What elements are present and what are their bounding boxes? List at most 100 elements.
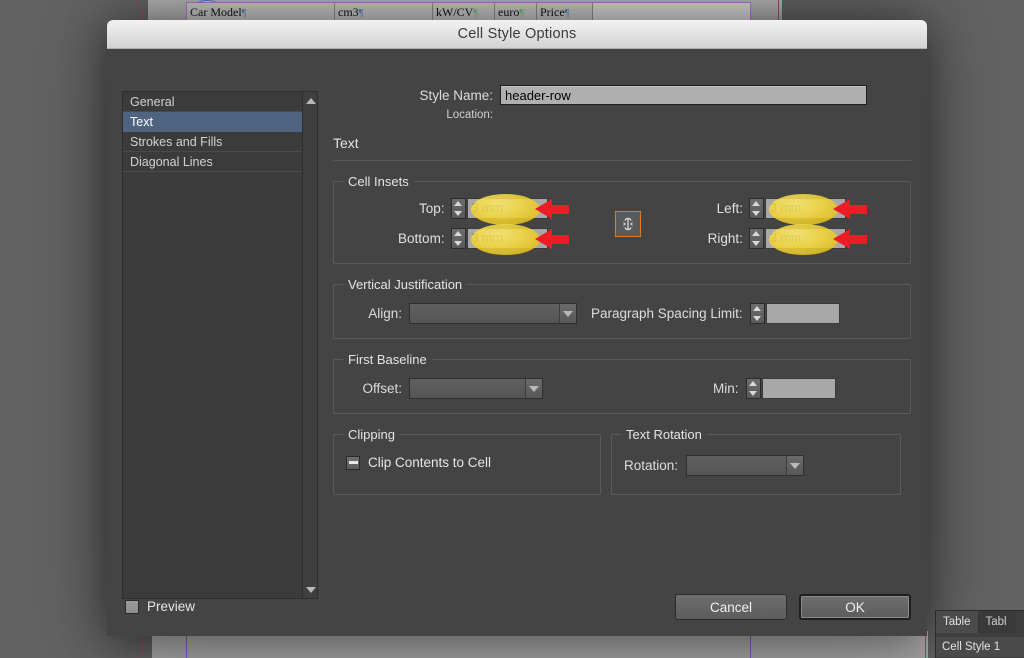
paragraph-spacing-limit-stepper[interactable]	[749, 303, 765, 324]
offset-label: Offset:	[362, 381, 402, 396]
table-cell: cm3¶	[335, 3, 433, 21]
cancel-button[interactable]: Cancel	[675, 594, 787, 620]
inset-right-label: Right:	[707, 231, 743, 246]
preview-toggle[interactable]: Preview	[125, 599, 195, 614]
clipping-legend: Clipping	[343, 427, 400, 442]
inset-bottom-stepper[interactable]	[450, 228, 466, 249]
text-rotation-legend: Text Rotation	[621, 427, 707, 442]
stepper-down-icon	[752, 240, 761, 246]
min-label: Min:	[713, 381, 739, 396]
panel-tabs: Table Tabl	[936, 611, 1024, 633]
inset-right-input[interactable]: 3 mm	[764, 228, 846, 249]
stepper-up-icon	[752, 231, 761, 237]
vertical-justification-fieldset: Vertical Justification Align: Paragraph …	[333, 277, 911, 339]
inset-top-input[interactable]: 3 mm	[466, 198, 548, 219]
dialog-title: Cell Style Options	[457, 26, 577, 42]
pilcrow-icon: ¶	[241, 8, 247, 19]
cell-style-options-dialog: Cell Style Options General Text Strokes …	[107, 20, 927, 636]
panel-list-item-cell-style-1[interactable]: Cell Style 1	[936, 637, 1024, 657]
sidebar-scrollbar[interactable]	[302, 92, 317, 598]
category-sidebar: General Text Strokes and Fills Diagonal …	[122, 91, 318, 599]
min-input[interactable]	[761, 378, 836, 399]
tab-table[interactable]: Table	[936, 611, 979, 633]
style-name-row: Style Name:	[333, 85, 911, 105]
inset-top-field: 3 mm	[450, 194, 600, 225]
stepper-up-icon	[753, 306, 762, 312]
table-cell: Price¶	[537, 3, 593, 21]
sidebar-item-general[interactable]: General	[123, 92, 302, 112]
scroll-up-arrow-icon[interactable]	[303, 93, 318, 108]
style-name-label: Style Name:	[419, 87, 493, 103]
chevron-down-icon[interactable]	[786, 456, 804, 475]
offset-select[interactable]	[409, 378, 543, 399]
stepper-up-icon	[454, 201, 463, 207]
category-list: General Text Strokes and Fills Diagonal …	[123, 92, 302, 598]
stepper-down-icon	[454, 240, 463, 246]
table-cell: euro¶	[495, 3, 537, 21]
inset-left-field: 3 mm	[748, 194, 898, 225]
stepper-down-icon	[753, 315, 762, 321]
cell-insets-grid: Top: 3 mm Left: 3 mm Bottom: 3 mm Right:…	[346, 194, 898, 255]
pilcrow-icon: ¶	[519, 8, 524, 19]
ok-button[interactable]: OK	[799, 594, 911, 620]
preview-label: Preview	[147, 599, 196, 614]
style-name-input[interactable]	[500, 85, 867, 105]
rotation-label: Rotation:	[624, 458, 679, 473]
table-cell	[593, 3, 750, 21]
first-baseline-legend: First Baseline	[343, 352, 432, 367]
paragraph-spacing-limit-input[interactable]	[765, 303, 840, 324]
inset-right-stepper[interactable]	[748, 228, 764, 249]
inset-left-stepper[interactable]	[748, 198, 764, 219]
scroll-down-arrow-icon[interactable]	[303, 582, 318, 597]
chevron-down-icon[interactable]	[525, 379, 542, 398]
tab-table-styles[interactable]: Tabl	[978, 611, 1015, 633]
text-rotation-fieldset: Text Rotation Rotation:	[611, 427, 901, 495]
section-heading-text: Text	[333, 135, 359, 151]
clipping-rotation-row: Clipping Clip Contents to Cell Text Rota…	[333, 414, 911, 495]
dialog-titlebar[interactable]: Cell Style Options	[107, 20, 927, 49]
chevron-down-icon[interactable]	[559, 304, 576, 323]
stepper-down-icon	[752, 210, 761, 216]
align-select[interactable]	[409, 303, 577, 324]
location-row: Location:	[333, 109, 911, 121]
first-baseline-row: Offset: Min:	[346, 378, 898, 399]
inset-bottom-field: 3 mm	[450, 224, 600, 255]
stepper-down-icon	[454, 210, 463, 216]
align-label: Align:	[368, 306, 402, 321]
stepper-down-icon	[749, 390, 758, 396]
inset-bottom-label: Bottom:	[398, 231, 445, 246]
clip-contents-label: Clip Contents to Cell	[368, 455, 492, 470]
inset-right-field: 3 mm	[748, 224, 898, 255]
stepper-up-icon	[454, 231, 463, 237]
pilcrow-icon: ¶	[564, 8, 570, 19]
dialog-body: General Text Strokes and Fills Diagonal …	[107, 49, 927, 636]
sidebar-item-text[interactable]: Text	[123, 112, 302, 132]
section-divider	[333, 160, 911, 161]
pilcrow-icon: ¶	[358, 8, 364, 19]
rotation-row: Rotation:	[624, 455, 888, 476]
location-label: Location:	[446, 109, 493, 121]
rotation-select[interactable]	[686, 455, 805, 476]
cell-insets-fieldset: Cell Insets Top: 3 mm Left: 3 mm Bottom:…	[333, 174, 911, 264]
cell-insets-legend: Cell Insets	[343, 174, 414, 189]
clip-contents-row[interactable]: Clip Contents to Cell	[346, 455, 588, 470]
background-table-header-row: Car Model¶ cm3¶ kW/CV¶ euro¶ Price¶	[186, 2, 751, 22]
inset-left-input[interactable]: 3 mm	[764, 198, 846, 219]
inset-left-label: Left:	[716, 201, 743, 216]
sidebar-item-strokes-and-fills[interactable]: Strokes and Fills	[123, 132, 302, 152]
stepper-up-icon	[749, 381, 758, 387]
min-stepper[interactable]	[745, 378, 761, 399]
margin-guide-right-top	[778, 0, 779, 22]
link-insets-button[interactable]	[614, 210, 641, 237]
options-panel: Style Name: Location: Text Cell Insets T…	[333, 85, 911, 495]
inset-bottom-input[interactable]: 3 mm	[466, 228, 548, 249]
clipping-fieldset: Clipping Clip Contents to Cell	[333, 427, 601, 495]
sidebar-item-diagonal-lines[interactable]: Diagonal Lines	[123, 152, 302, 172]
inset-top-stepper[interactable]	[450, 198, 466, 219]
stepper-up-icon	[752, 201, 761, 207]
table-styles-panel: Table Tabl Cell Style 1	[935, 610, 1024, 658]
clip-contents-checkbox[interactable]	[346, 455, 360, 470]
preview-checkbox[interactable]	[125, 599, 139, 614]
table-cell: kW/CV¶	[433, 3, 495, 21]
first-baseline-fieldset: First Baseline Offset: Min:	[333, 352, 911, 414]
